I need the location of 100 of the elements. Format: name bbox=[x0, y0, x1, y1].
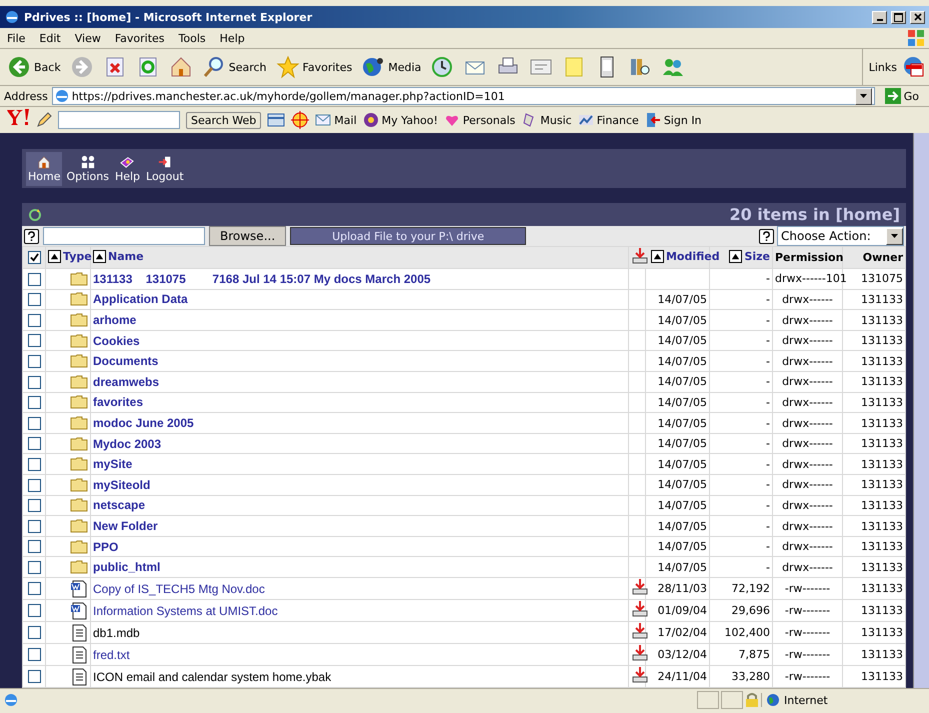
owner: 131133 bbox=[861, 604, 903, 617]
personals-link[interactable]: Personals bbox=[444, 112, 516, 128]
favorites-button[interactable]: Favorites bbox=[272, 53, 356, 81]
select-all-checkbox[interactable] bbox=[28, 251, 40, 264]
row-checkbox[interactable] bbox=[28, 334, 40, 348]
finance-link[interactable]: Finance bbox=[578, 112, 639, 128]
row-checkbox[interactable] bbox=[28, 582, 40, 596]
file-size: - bbox=[766, 334, 770, 348]
permission: drwx------ bbox=[782, 416, 833, 430]
help-icon[interactable] bbox=[759, 228, 774, 244]
row-checkbox[interactable] bbox=[28, 648, 40, 662]
caret-icon[interactable] bbox=[886, 228, 903, 245]
menu-item[interactable]: Help bbox=[212, 32, 252, 44]
menu-item[interactable]: Favorites bbox=[108, 32, 172, 44]
media-button[interactable]: Media bbox=[358, 53, 424, 81]
row-checkbox[interactable] bbox=[28, 293, 40, 306]
nav-button[interactable]: Help bbox=[112, 152, 142, 186]
file-link[interactable]: dreamwebs bbox=[93, 374, 160, 389]
row-checkbox[interactable] bbox=[28, 458, 40, 471]
row-checkbox[interactable] bbox=[28, 604, 40, 618]
owner: 131133 bbox=[861, 354, 903, 368]
toolbar-options-icon[interactable] bbox=[267, 112, 286, 128]
search-button[interactable]: Search bbox=[198, 53, 270, 81]
minimize-button[interactable] bbox=[872, 10, 887, 24]
folder-icon bbox=[70, 352, 88, 370]
scrollbar[interactable] bbox=[913, 133, 929, 688]
modified-date: 03/12/04 bbox=[658, 648, 707, 661]
search-field[interactable] bbox=[58, 111, 180, 129]
row-checkbox[interactable] bbox=[28, 499, 40, 512]
download-icon[interactable] bbox=[630, 247, 649, 266]
menu-item[interactable]: File bbox=[0, 32, 32, 44]
download-icon[interactable] bbox=[630, 622, 649, 640]
row-checkbox[interactable] bbox=[28, 376, 40, 389]
folder-icon bbox=[70, 496, 88, 514]
row-checkbox[interactable] bbox=[28, 314, 40, 327]
row-checkbox[interactable] bbox=[28, 540, 40, 554]
pdf-icon[interactable] bbox=[903, 56, 925, 78]
dropdown-button[interactable] bbox=[854, 88, 872, 104]
row-checkbox[interactable] bbox=[28, 355, 40, 368]
file-link[interactable]: netscape bbox=[93, 498, 146, 512]
links-label[interactable]: Links bbox=[868, 60, 897, 74]
download-icon[interactable] bbox=[630, 666, 649, 684]
row-checkbox[interactable] bbox=[28, 437, 40, 450]
file-link[interactable]: Documents bbox=[93, 354, 158, 368]
music-link[interactable]: Music bbox=[521, 112, 572, 128]
column-header[interactable]: Modified bbox=[666, 250, 720, 263]
file-link[interactable]: public_html bbox=[93, 560, 160, 574]
action-dropdown[interactable]: Choose Action: bbox=[777, 226, 904, 246]
download-icon[interactable] bbox=[630, 600, 649, 618]
file-link[interactable]: Cookies bbox=[93, 334, 140, 348]
mail-link[interactable]: Mail bbox=[315, 112, 357, 128]
row-checkbox[interactable] bbox=[28, 626, 40, 640]
door-icon bbox=[644, 112, 661, 128]
row-checkbox[interactable] bbox=[28, 670, 40, 684]
row-checkbox[interactable] bbox=[28, 478, 40, 492]
help-icon[interactable] bbox=[24, 228, 39, 244]
refresh-icon[interactable] bbox=[28, 208, 42, 222]
file-link[interactable]: favorites bbox=[93, 395, 144, 410]
close-button[interactable] bbox=[910, 10, 925, 24]
maximize-button[interactable] bbox=[891, 10, 906, 24]
modified-date: 14/07/05 bbox=[658, 334, 707, 348]
folder-icon bbox=[70, 372, 88, 391]
file-link[interactable]: mySite bbox=[93, 457, 132, 472]
download-icon[interactable] bbox=[630, 644, 649, 662]
column-header[interactable]: Name bbox=[108, 250, 144, 264]
search-web-button[interactable]: Search Web bbox=[186, 112, 262, 128]
row-checkbox[interactable] bbox=[28, 416, 40, 430]
row-checkbox[interactable] bbox=[28, 520, 40, 533]
upload-button[interactable]: Upload File to your P:\ drive bbox=[290, 227, 526, 246]
pencil-icon[interactable] bbox=[36, 112, 52, 128]
file-link[interactable]: PPO bbox=[93, 540, 118, 554]
file-link[interactable]: Mydoc 2003 bbox=[93, 436, 162, 451]
file-link[interactable]: arhome bbox=[93, 313, 136, 328]
go-button[interactable]: Go bbox=[878, 87, 925, 105]
menu-item[interactable]: Edit bbox=[32, 32, 68, 44]
file-field[interactable] bbox=[43, 227, 205, 246]
nav-button[interactable]: Home bbox=[26, 152, 62, 186]
download-icon[interactable] bbox=[630, 578, 649, 596]
row-checkbox[interactable] bbox=[28, 272, 40, 286]
file-link[interactable]: fred.txt bbox=[93, 648, 130, 662]
myyahoo-link[interactable]: My Yahoo! bbox=[362, 112, 438, 128]
browse-button[interactable]: Browse... bbox=[209, 226, 286, 246]
file-link[interactable]: mySiteold bbox=[93, 478, 150, 492]
nav-button[interactable]: Options bbox=[64, 152, 111, 186]
sign-in-button[interactable]: Sign In bbox=[644, 112, 702, 128]
house-icon bbox=[168, 55, 193, 79]
folder-icon bbox=[70, 434, 88, 453]
owner: 131133 bbox=[861, 292, 903, 306]
menu-item[interactable]: View bbox=[68, 32, 108, 44]
address-field[interactable]: https://pdrives.manchester.ac.uk/myhorde/gollem/manager.php?actionID=101 bbox=[52, 87, 875, 105]
nav-button[interactable]: Logout bbox=[144, 152, 186, 186]
file-link[interactable]: New Folder bbox=[93, 519, 158, 534]
crosshair-icon[interactable] bbox=[291, 111, 310, 129]
owner: 131133 bbox=[861, 396, 903, 409]
file-link[interactable]: Application Data bbox=[93, 292, 188, 306]
row-checkbox[interactable] bbox=[28, 396, 40, 410]
menu-item[interactable]: Tools bbox=[172, 32, 213, 44]
back-button[interactable]: Back bbox=[4, 53, 64, 81]
row-checkbox[interactable] bbox=[28, 560, 40, 574]
file-link[interactable]: modoc June 2005 bbox=[93, 416, 194, 430]
